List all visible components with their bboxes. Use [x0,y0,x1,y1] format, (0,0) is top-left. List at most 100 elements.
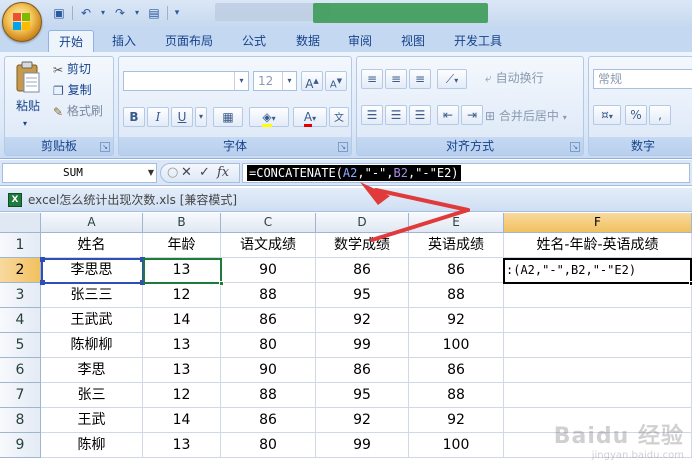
redo-dropdown-icon[interactable]: ▾ [133,5,141,21]
tab-insert[interactable]: 插入 [104,30,144,52]
cell-f4[interactable] [504,308,692,333]
chevron-down-icon[interactable]: ▾ [282,72,296,90]
cell-d4[interactable]: 92 [316,308,409,333]
formula-input[interactable]: =CONCATENATE(A2,"-",B2,"-"E2) [242,163,690,183]
cell-e6[interactable]: 86 [409,358,504,383]
cell-f3[interactable] [504,283,692,308]
column-header-f[interactable]: F [504,213,692,233]
cell-c5[interactable]: 80 [221,333,316,358]
phonetic-button[interactable]: 文 [329,107,349,127]
cell-b4[interactable]: 14 [143,308,221,333]
font-size-combo[interactable]: 12 ▾ [253,71,297,91]
bold-button[interactable]: B [123,107,145,127]
wrap-text-button[interactable]: ⤶ 自动换行 [485,69,544,87]
font-launcher-icon[interactable]: ↘ [338,142,348,152]
select-all-corner[interactable] [0,213,41,233]
align-top-button[interactable]: ≡ [361,69,383,89]
tab-view[interactable]: 视图 [393,30,433,52]
cell-d2[interactable]: 86 [316,258,409,283]
row-header-2[interactable]: 2 [0,258,41,283]
underline-button[interactable]: U [171,107,193,127]
cell-d5[interactable]: 99 [316,333,409,358]
alignment-launcher-icon[interactable]: ↘ [570,142,580,152]
cell-c4[interactable]: 86 [221,308,316,333]
print-preview-icon[interactable]: ▤ [145,5,163,21]
cell-e5[interactable]: 100 [409,333,504,358]
insert-function-button[interactable]: fx [217,164,229,182]
cell-e7[interactable]: 88 [409,383,504,408]
comma-button[interactable]: , [649,105,671,125]
cell-b6[interactable]: 13 [143,358,221,383]
row-header-8[interactable]: 8 [0,408,41,433]
cell-a1[interactable]: 姓名 [41,233,143,258]
align-center-button[interactable]: ☰ [385,105,407,125]
fill-color-button[interactable]: ◈▾ [249,107,289,127]
column-header-c[interactable]: C [221,213,316,233]
align-middle-button[interactable]: ≡ [385,69,407,89]
redo-icon[interactable]: ↷ [111,5,129,21]
row-header-3[interactable]: 3 [0,283,41,308]
column-header-a[interactable]: A [41,213,143,233]
tab-home[interactable]: 开始 [48,30,94,52]
increase-indent-button[interactable]: ⇥ [461,105,483,125]
cell-b5[interactable]: 13 [143,333,221,358]
tab-review[interactable]: 审阅 [340,30,380,52]
cell-b1[interactable]: 年龄 [143,233,221,258]
number-format-combo[interactable]: 常规 [593,69,692,89]
align-left-button[interactable]: ☰ [361,105,383,125]
row-header-5[interactable]: 5 [0,333,41,358]
cancel-formula-button[interactable]: ✕ [181,164,192,182]
cell-c7[interactable]: 88 [221,383,316,408]
cell-c3[interactable]: 88 [221,283,316,308]
cell-d9[interactable]: 99 [316,433,409,458]
format-painter-button[interactable]: ✎ 格式刷 [53,102,103,121]
cell-a2[interactable]: 李思思 [41,258,143,283]
cell-e8[interactable]: 92 [409,408,504,433]
spreadsheet-grid[interactable]: A B C D E F 1 姓名 年龄 语文成绩 数学成绩 英语成绩 姓名-年龄-英语成绩 2… [0,213,692,465]
cell-c2[interactable]: 90 [221,258,316,283]
clipboard-launcher-icon[interactable]: ↘ [100,142,110,152]
grow-font-button[interactable]: A▲ [301,71,323,91]
italic-button[interactable]: I [147,107,169,127]
cell-f1[interactable]: 姓名-年龄-英语成绩 [504,233,692,258]
percent-button[interactable]: % [625,105,647,125]
tab-data[interactable]: 数据 [288,30,328,52]
paste-dropdown-icon[interactable]: ▾ [23,115,27,133]
cell-a3[interactable]: 张三三 [41,283,143,308]
cell-d6[interactable]: 86 [316,358,409,383]
cell-e1[interactable]: 英语成绩 [409,233,504,258]
chevron-down-icon[interactable]: ▼ [148,164,154,182]
accounting-format-button[interactable]: ¤▾ [593,105,621,125]
cell-d1[interactable]: 数学成绩 [316,233,409,258]
cell-c8[interactable]: 86 [221,408,316,433]
row-header-4[interactable]: 4 [0,308,41,333]
tab-page-layout[interactable]: 页面布局 [158,30,220,52]
cut-button[interactable]: ✂ 剪切 [53,60,91,79]
cell-a9[interactable]: 陈柳 [41,433,143,458]
cell-b8[interactable]: 14 [143,408,221,433]
underline-dropdown-icon[interactable]: ▾ [195,107,207,127]
cell-e9[interactable]: 100 [409,433,504,458]
decrease-indent-button[interactable]: ⇤ [437,105,459,125]
cell-b3[interactable]: 12 [143,283,221,308]
column-header-e[interactable]: E [409,213,504,233]
cell-a5[interactable]: 陈柳柳 [41,333,143,358]
tab-formulas[interactable]: 公式 [234,30,274,52]
copy-button[interactable]: ❐ 复制 [53,81,92,100]
align-bottom-button[interactable]: ≡ [409,69,431,89]
cell-d7[interactable]: 95 [316,383,409,408]
paste-button[interactable] [11,61,45,100]
cell-a8[interactable]: 王武 [41,408,143,433]
customize-qat-icon[interactable]: ▾ [172,5,182,21]
font-color-button[interactable]: A▾ [293,107,327,127]
undo-dropdown-icon[interactable]: ▾ [99,5,107,21]
borders-button[interactable]: ▦ [213,107,243,127]
cell-e2[interactable]: 86 [409,258,504,283]
office-button[interactable] [2,2,42,42]
tab-developer[interactable]: 开发工具 [446,30,510,52]
cell-b2[interactable]: 13 [143,258,221,283]
font-name-combo[interactable]: ▾ [123,71,249,91]
chevron-down-icon[interactable]: ▾ [234,72,248,90]
cell-f2[interactable]: :(A2,"-",B2,"-"E2) [504,258,692,283]
name-box[interactable]: SUM ▼ [2,163,157,183]
